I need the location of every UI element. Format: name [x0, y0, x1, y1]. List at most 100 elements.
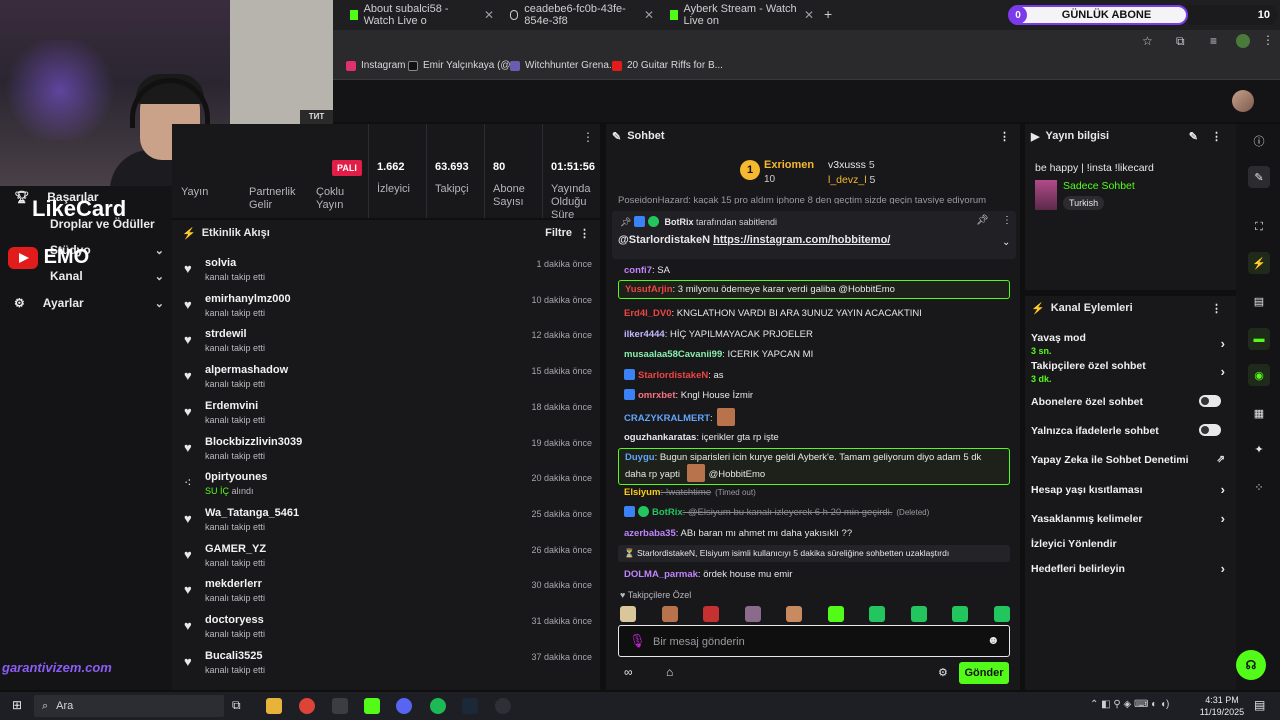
chat-message[interactable]: Erd4l_DV0: KNGLATHON VARDI BI ARA 3UNUZ …: [618, 305, 1010, 322]
feed-row[interactable]: ♥ solvia kanalı takip etti 1 dakika önce: [172, 254, 600, 290]
avatar[interactable]: [1232, 90, 1254, 112]
action-item[interactable]: Abonelere özel sohbet: [1031, 395, 1231, 408]
kick-icon[interactable]: [364, 698, 380, 714]
feed-username[interactable]: Wa_Tatanga_5461: [205, 507, 299, 519]
menu-dots-icon[interactable]: ⋮: [999, 130, 1010, 143]
action-item[interactable]: Yavaş mod 3 sn. ›: [1031, 332, 1231, 356]
feed-row[interactable]: ♥ alpermashadow kanalı takip etti 15 dakika…: [172, 361, 600, 397]
feed-username[interactable]: 0pirtyounes: [205, 471, 267, 483]
apps-icon[interactable]: ⁘: [1248, 476, 1270, 498]
category-thumbnail[interactable]: [1035, 180, 1057, 210]
xbox-icon[interactable]: [332, 698, 348, 714]
language-tag[interactable]: Turkish: [1063, 196, 1105, 210]
toggle-switch[interactable]: [1199, 424, 1221, 436]
action-item[interactable]: Hesap yaşı kısıtlaması ›: [1031, 482, 1231, 497]
chat-username[interactable]: musaalaa58Cavanii99: [624, 349, 722, 360]
feed-username[interactable]: Bucali3525: [205, 650, 262, 662]
system-message[interactable]: ⏳ StarlordistakeN, Elsiyum isimli kullan…: [618, 545, 1010, 562]
chat-username[interactable]: omrxbet: [638, 390, 675, 401]
chevron-right-icon[interactable]: ›: [1221, 336, 1225, 351]
feed-username[interactable]: Blockbizzlivin3039: [205, 436, 302, 448]
clock[interactable]: 4:31 PM 11/19/2025: [1196, 694, 1248, 718]
feed-row[interactable]: ♥ Bucali3525 kanalı takip etti 37 dakika ön…: [172, 647, 600, 683]
edit-icon[interactable]: ✎: [1248, 166, 1270, 188]
extensions-icon[interactable]: ⧉: [1176, 34, 1185, 49]
chat-message[interactable]: Elsiyum: !watchtime (Timed out): [618, 484, 1010, 501]
feed-row[interactable]: ♥ doctoryess kanalı takip etti 31 dakika ön…: [172, 611, 600, 647]
action-item[interactable]: Yasaklanmış kelimeler ›: [1031, 511, 1231, 526]
menu-dots-icon[interactable]: ⋮: [579, 227, 590, 240]
media-icon[interactable]: ≡: [1210, 34, 1217, 48]
bookmark-instagram[interactable]: Instagram: [346, 60, 405, 71]
emote-icon[interactable]: [869, 606, 885, 622]
feed-username[interactable]: strdewil: [205, 328, 247, 340]
bookmark-witchhunter[interactable]: Witchhunter Grena...: [510, 60, 617, 71]
unpin-icon[interactable]: 📌︎: [976, 215, 989, 226]
chat-username[interactable]: ilker4444: [624, 329, 665, 340]
feed-row[interactable]: ♥ Wa_Tatanga_5461 kanalı takip etti 25 daki…: [172, 504, 600, 540]
sidebar-item-ayarlar[interactable]: ⚙ Ayarlar ⌄: [14, 296, 164, 310]
star-icon[interactable]: ☆: [1142, 34, 1153, 48]
chevron-right-icon[interactable]: ›: [1221, 364, 1225, 379]
info-icon[interactable]: ⓘ: [1248, 130, 1270, 152]
profile-icon[interactable]: [1236, 34, 1250, 48]
feed-row[interactable]: ♥ strdewil kanalı takip etti 12 dakika önce: [172, 325, 600, 361]
discord-icon[interactable]: [396, 698, 412, 714]
close-icon[interactable]: ✕: [644, 8, 654, 22]
system-tray[interactable]: ⌃ ◧ ⚲ ◈ ⌨ ◐ ◖): [1090, 699, 1169, 710]
emote-icon[interactable]: [703, 606, 719, 622]
feed-row[interactable]: ♥ emirhanylmz000 kanalı takip etti 10 dakik…: [172, 290, 600, 326]
store-icon[interactable]: ⌂: [666, 665, 673, 679]
chat-username[interactable]: DOLMA_parmak: [624, 569, 698, 580]
chat-message[interactable]: DOLMA_parmak: ördek house mu emir: [618, 566, 1010, 583]
steam-icon[interactable]: [462, 698, 478, 714]
emote-icon[interactable]: [827, 606, 844, 622]
emoji-icon[interactable]: ☻: [987, 633, 1000, 647]
chat-message[interactable]: StarlordistakeN: as: [618, 367, 1010, 384]
chat-username[interactable]: Erd4l_DV0: [624, 308, 672, 319]
chat-message[interactable]: musaalaa58Cavanii99: ICERIK YAPCAN MI: [618, 346, 1010, 363]
mic-icon[interactable]: 🎙︎: [629, 633, 646, 649]
feed-row[interactable]: ⁖ 0pirtyounes SU İÇ alındı 20 dakika önce: [172, 468, 600, 504]
bolt-icon[interactable]: ⚡: [1248, 252, 1270, 274]
gear-icon[interactable]: ⚙: [938, 666, 948, 679]
feed-row[interactable]: ♥ Blockbizzlivin3039 kanalı takip etti 19 d…: [172, 433, 600, 469]
chat-input-box[interactable]: 🎙︎ ☻: [618, 625, 1010, 657]
taskbar-search[interactable]: ⌕ Ara: [34, 695, 224, 717]
feed-username[interactable]: alpermashadow: [205, 364, 288, 376]
chevron-right-icon[interactable]: ›: [1221, 511, 1225, 526]
chat-input[interactable]: [653, 634, 973, 650]
action-item[interactable]: Yapay Zeka ile Sohbet Denetimi ⇗: [1031, 454, 1231, 466]
chat-message[interactable]: azerbaba35: ABı baran mı ahmet mı daha y…: [618, 525, 1010, 542]
emote-icon[interactable]: [910, 606, 927, 622]
windows-icon[interactable]: ⊞: [12, 698, 22, 712]
chat-username[interactable]: azerbaba35: [624, 528, 676, 539]
action-item[interactable]: Yalnızca ifadelerle sohbet: [1031, 424, 1231, 437]
feed-username[interactable]: doctoryess: [205, 614, 264, 626]
emote-icon[interactable]: [661, 606, 678, 622]
chat-message[interactable]: oguzhankaratas: içerikler gta rp işte: [618, 429, 1010, 446]
chat-username[interactable]: confi7: [624, 265, 652, 276]
external-link-icon[interactable]: ⇗: [1217, 454, 1225, 465]
document-icon[interactable]: ▤: [1248, 290, 1270, 312]
browser-tab-1[interactable]: About subalci58 - Watch Live o ✕: [342, 3, 502, 27]
chat-username[interactable]: CRAZYKRALMERT: [624, 413, 710, 424]
emote-icon[interactable]: [993, 606, 1010, 622]
emote-icon[interactable]: [952, 606, 968, 622]
support-icon[interactable]: ☊: [1236, 650, 1266, 680]
feed-username[interactable]: solvia: [205, 257, 236, 269]
wrench-icon[interactable]: ✦: [1248, 438, 1270, 460]
chat-username[interactable]: Duygu: [625, 452, 655, 463]
chat-icon[interactable]: ▬: [1248, 328, 1270, 350]
feed-row[interactable]: ♥ Erdemvini kanalı takip etti 18 dakika önc…: [172, 397, 600, 433]
chevron-down-icon[interactable]: ⌄: [1002, 237, 1010, 248]
feed-username[interactable]: emirhanylmz000: [205, 293, 291, 305]
emote-icon[interactable]: [620, 606, 636, 622]
chat-message[interactable]: YusufArjin: 3 milyonu ödemeye karar verd…: [618, 280, 1010, 299]
menu-dots-icon[interactable]: ⋮: [1002, 215, 1012, 226]
browser-tab-3[interactable]: Ayberk Stream - Watch Live on ✕: [662, 3, 822, 27]
feed-username[interactable]: Erdemvini: [205, 400, 258, 412]
category-link[interactable]: Sadece Sohbet: [1063, 180, 1135, 192]
action-item[interactable]: Hedefleri belirleyin ›: [1031, 561, 1231, 576]
broadcast-icon[interactable]: ◉: [1248, 364, 1270, 386]
